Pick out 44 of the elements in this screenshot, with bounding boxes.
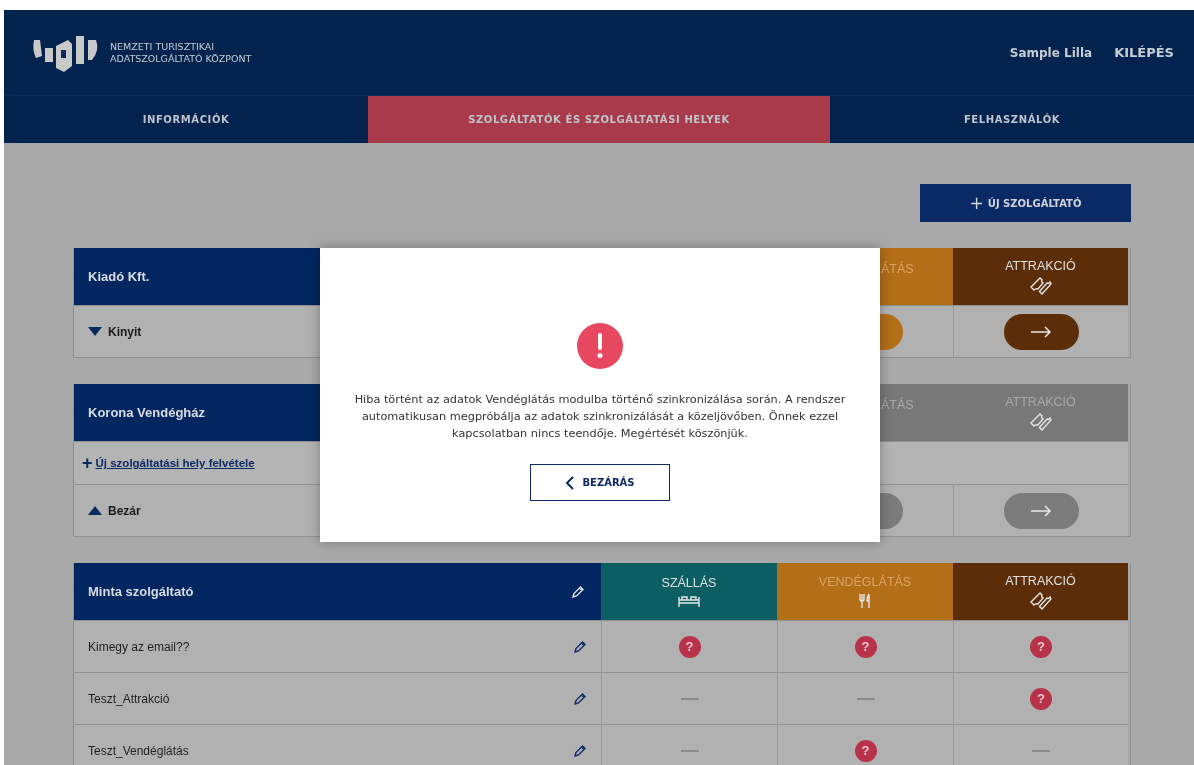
- nav-tab[interactable]: INFORMÁCIÓK: [4, 96, 368, 143]
- logo-text: NEMZETI TURISZTIKAI: [110, 40, 216, 53]
- dash-icon: [856, 697, 875, 700]
- question-badge: ?: [1030, 687, 1052, 710]
- category-label: ATTRAKCIÓ: [1005, 258, 1076, 273]
- pencil-icon[interactable]: [573, 743, 587, 758]
- provider-name: Korona Vendégház: [88, 405, 206, 420]
- pencil-icon[interactable]: [573, 691, 587, 706]
- ticket-icon: [1029, 591, 1052, 610]
- error-message: Hiba történt az adatok Vendéglátás modulba történő szinkronizálása során. A rendszer automatikusan megpróbálja az adatok szinkronizálását a közeljövőben. Önnek ezzel kapcsolatban nincs teendője. Megértését köszönjük.: [353, 392, 847, 442]
- close-button[interactable]: BEZÁRÁS: [530, 464, 670, 501]
- question-badge: ?: [1030, 635, 1052, 658]
- category-label: SZÁLLÁS: [661, 575, 717, 590]
- nav-tab[interactable]: SZOLGÁLTATÓK ÉS SZOLGÁLTATÁSI HELYEK: [368, 96, 830, 143]
- dash-icon: [1032, 749, 1050, 752]
- logout-link[interactable]: KILÉPÉS: [1114, 45, 1174, 60]
- category-label: VENDÉGLÁTÁS: [818, 574, 912, 589]
- question-badge: ?: [854, 635, 877, 658]
- category-label: ÁTÁS: [881, 262, 914, 276]
- provider-name: Minta szolgáltató: [88, 584, 194, 599]
- exclamation-icon: [577, 323, 623, 369]
- service-name: Kimegy az email??: [88, 639, 190, 654]
- service-name: Teszt_Vendéglátás: [88, 743, 189, 758]
- toggle-button[interactable]: Kinyit: [88, 324, 142, 339]
- dash-icon: [680, 697, 699, 700]
- provider-name: Kiadó Kft.: [88, 269, 150, 284]
- pencil-icon[interactable]: [573, 639, 587, 654]
- question-badge: ?: [854, 739, 877, 762]
- arrow-button[interactable]: [1003, 313, 1079, 350]
- question-badge: ?: [678, 635, 701, 658]
- service-name: Teszt_Attrakció: [88, 691, 170, 706]
- ticket-icon: [1029, 276, 1052, 295]
- chevron-left-icon: [565, 475, 575, 490]
- fork-knife-icon: [858, 592, 872, 609]
- nav-tab[interactable]: FELHASZNÁLÓK: [830, 96, 1194, 143]
- ticket-icon: [1029, 412, 1052, 431]
- arrow-right-icon: [1030, 325, 1052, 338]
- arrow-right-icon: [1030, 504, 1052, 517]
- category-label: ATTRAKCIÓ: [1005, 573, 1076, 588]
- bed-icon: [678, 593, 700, 608]
- logo-text: ADATSZOLGÁLTATÓ KÖZPONT: [110, 52, 252, 65]
- user-name: Sample Lilla: [1009, 45, 1093, 60]
- new-provider-button[interactable]: + ÚJ SZOLGÁLTATÓ: [920, 184, 1131, 222]
- dash-icon: [680, 749, 699, 752]
